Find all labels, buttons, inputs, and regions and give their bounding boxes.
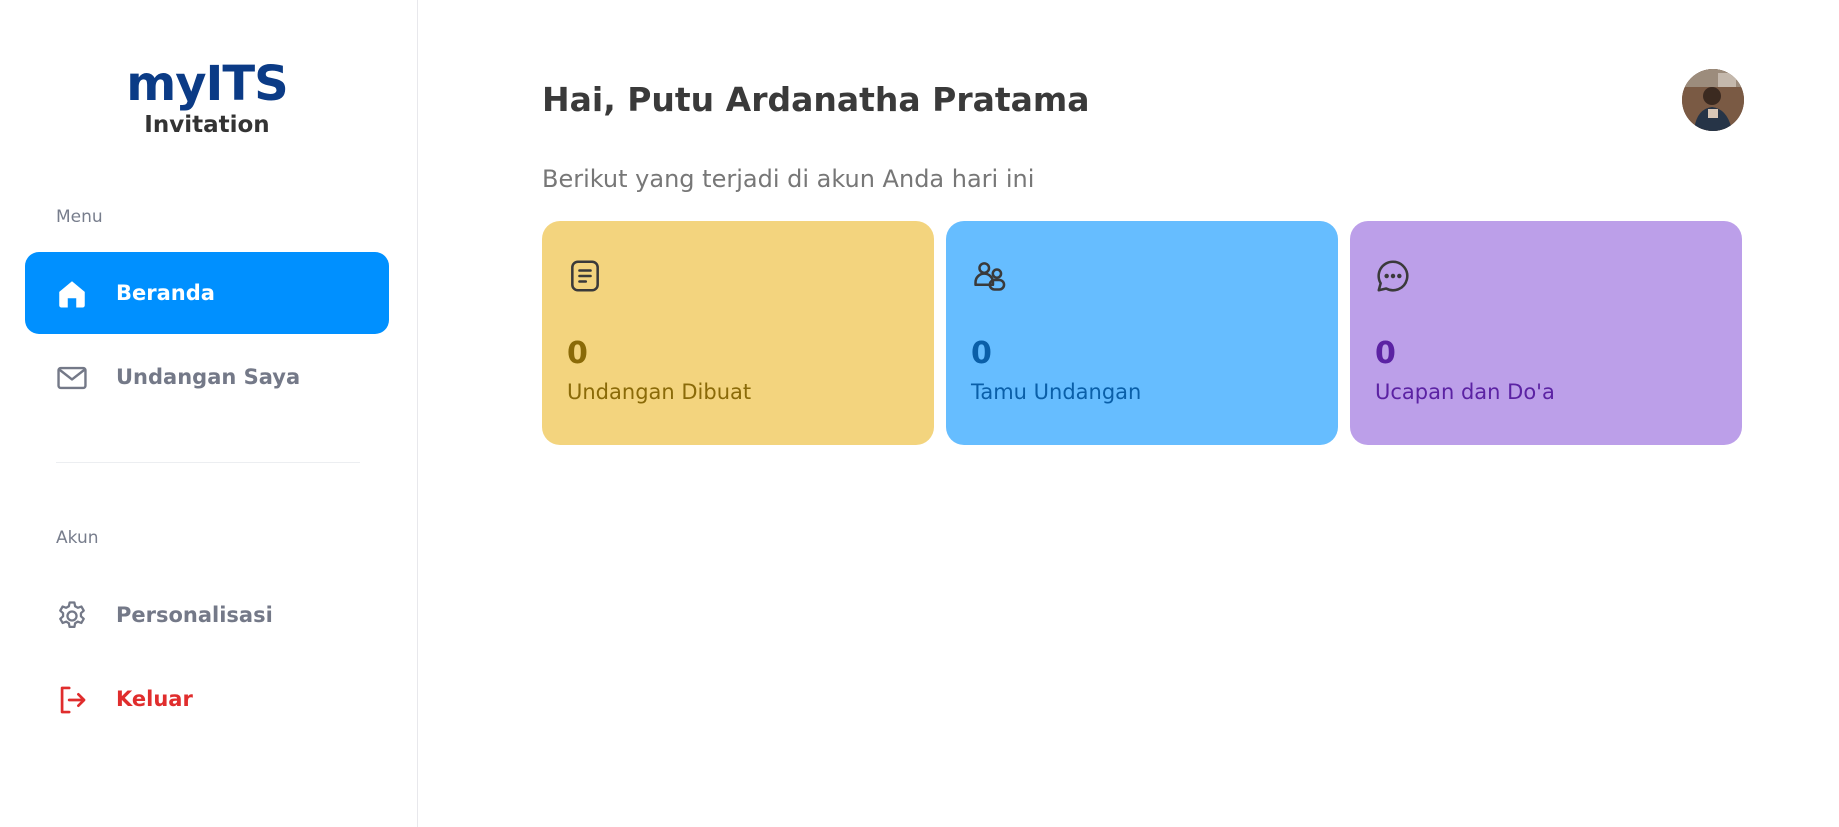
stat-value: 0 (567, 336, 588, 371)
main-content: Hai, Putu Ardanatha Pratama Berikut yang… (419, 0, 1839, 827)
stat-value: 0 (971, 336, 992, 371)
stat-value: 0 (1375, 336, 1396, 371)
app-logo[interactable]: myITS Invitation (0, 60, 414, 137)
sidebar-item-label: Keluar (116, 687, 193, 711)
users-icon (970, 257, 1008, 295)
logout-icon (55, 683, 89, 717)
sidebar-divider (56, 462, 360, 463)
sidebar-item-label: Beranda (116, 281, 215, 305)
mail-icon (55, 361, 89, 395)
logo-text: myITS (126, 56, 288, 112)
stat-label: Tamu Undangan (971, 380, 1142, 404)
document-icon (566, 257, 604, 295)
page-title: Hai, Putu Ardanatha Pratama (542, 80, 1090, 119)
gear-icon (55, 599, 89, 633)
stat-card-undangan-dibuat[interactable]: 0 Undangan Dibuat (542, 221, 934, 445)
sidebar-item-keluar[interactable]: Keluar (25, 658, 389, 740)
stat-label: Ucapan dan Do'a (1375, 380, 1555, 404)
section-label-akun: Akun (56, 528, 99, 548)
stat-card-tamu-undangan[interactable]: 0 Tamu Undangan (946, 221, 1338, 445)
stat-label: Undangan Dibuat (567, 380, 752, 404)
sidebar-item-undangan-saya[interactable]: Undangan Saya (25, 336, 389, 418)
user-avatar[interactable] (1682, 69, 1744, 131)
logo-subtitle: Invitation (144, 112, 270, 138)
sidebar-item-beranda[interactable]: Beranda (25, 252, 389, 334)
sidebar-item-personalisasi[interactable]: Personalisasi (25, 574, 389, 656)
sidebar-item-label: Personalisasi (116, 603, 273, 627)
sidebar-item-label: Undangan Saya (116, 365, 301, 389)
section-label-menu: Menu (56, 207, 103, 227)
page-subtitle: Berikut yang terjadi di akun Anda hari i… (542, 165, 1035, 193)
chat-icon (1374, 257, 1412, 295)
sidebar: myITS Invitation Menu Beranda Undangan S… (0, 0, 418, 827)
home-icon (55, 277, 89, 311)
stat-card-ucapan-doa[interactable]: 0 Ucapan dan Do'a (1350, 221, 1742, 445)
